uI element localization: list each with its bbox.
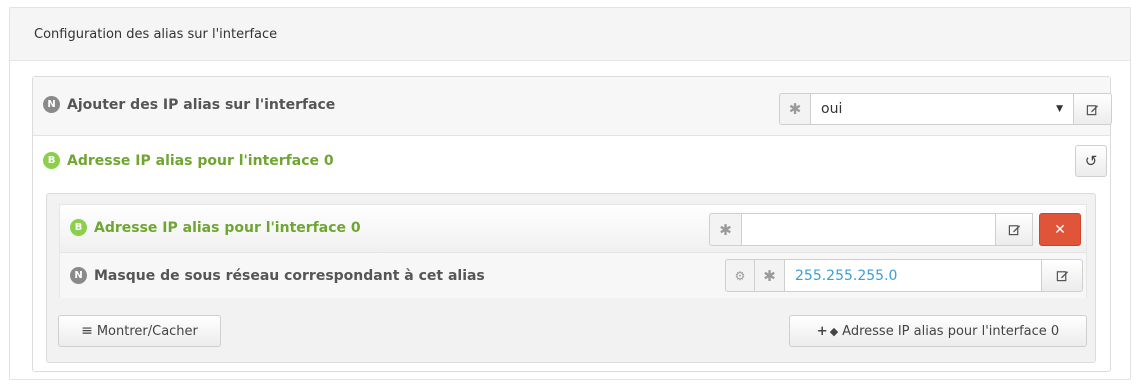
edit-button[interactable] [996, 213, 1033, 246]
row-add-alias: N Ajouter des IP alias sur l'interface ✱… [33, 77, 1112, 136]
asterisk-icon: ✱ [755, 259, 785, 292]
alias-entry-well: B Adresse IP alias pour l'interface 0 ✱ … [46, 193, 1096, 363]
alias-ip-input-group: ✱ ✕ [709, 213, 1081, 246]
gears-icon: ⚙ [725, 259, 755, 292]
tag-icon: ◆ [829, 324, 839, 338]
row-alias-group: B Adresse IP alias pour l'interface 0 ↺ [33, 135, 1110, 187]
alias-ip-label-group: B Adresse IP alias pour l'interface 0 [70, 219, 361, 236]
alias-section: N Ajouter des IP alias sur l'interface ✱… [32, 76, 1112, 372]
edit-icon [1056, 271, 1068, 282]
add-alias-label-group: N Ajouter des IP alias sur l'interface [43, 96, 335, 113]
reset-icon: ↺ [1084, 152, 1098, 170]
mode-badge: N [43, 96, 60, 113]
menu-icon: ≡ [81, 323, 93, 339]
add-alias-label: Ajouter des IP alias sur l'interface [67, 96, 336, 113]
remove-button[interactable]: ✕ [1039, 213, 1081, 246]
alias-mask-value: 255.255.255.0 [795, 267, 898, 284]
add-alias-select-value: oui [821, 101, 843, 117]
alias-group-label: Adresse IP alias pour l'interface 0 [67, 152, 334, 169]
alias-group-label-group: B Adresse IP alias pour l'interface 0 [43, 152, 334, 169]
add-alias-select[interactable]: oui ▼ [811, 93, 1074, 125]
toggle-button[interactable]: ≡ Montrer/Cacher [58, 315, 221, 347]
alias-config-panel: Configuration des alias sur l'interface … [9, 7, 1131, 380]
plus-icon: + [816, 323, 828, 339]
edit-button[interactable] [1042, 259, 1083, 292]
alias-ip-input[interactable] [742, 213, 996, 246]
reset-button[interactable]: ↺ [1075, 145, 1107, 177]
alias-mask-input-group: ⚙ ✱ 255.255.255.0 [725, 259, 1083, 292]
alias-mask-label-group: N Masque de sous réseau correspondant à … [70, 267, 485, 284]
add-alias-button[interactable]: + ◆ Adresse IP alias pour l'interface 0 [789, 315, 1087, 347]
caret-down-icon: ▼ [1056, 104, 1063, 114]
mode-badge: B [70, 219, 87, 236]
add-alias-select-group: ✱ oui ▼ [779, 93, 1112, 125]
asterisk-icon: ✱ [779, 93, 811, 125]
mode-badge: N [70, 267, 87, 284]
row-alias-mask: N Masque de sous réseau correspondant à … [60, 253, 1086, 298]
edit-button[interactable] [1074, 93, 1112, 125]
add-alias-button-label: Adresse IP alias pour l'interface 0 [842, 323, 1060, 339]
row-alias-ip: B Adresse IP alias pour l'interface 0 ✱ … [60, 205, 1086, 253]
asterisk-icon: ✱ [709, 213, 742, 246]
edit-icon [1086, 104, 1099, 115]
alias-entry: B Adresse IP alias pour l'interface 0 ✱ … [59, 204, 1087, 298]
alias-mask-label: Masque de sous réseau correspondant à ce… [94, 267, 485, 284]
panel-title: Configuration des alias sur l'interface [34, 26, 278, 42]
panel-heading: Configuration des alias sur l'interface [10, 8, 1130, 61]
alias-mask-input[interactable]: 255.255.255.0 [785, 259, 1042, 292]
edit-icon [1008, 225, 1020, 236]
remove-icon: ✕ [1054, 221, 1066, 238]
alias-ip-label: Adresse IP alias pour l'interface 0 [94, 219, 361, 236]
mode-badge: B [43, 152, 60, 169]
toggle-button-label: Montrer/Cacher [96, 323, 198, 339]
